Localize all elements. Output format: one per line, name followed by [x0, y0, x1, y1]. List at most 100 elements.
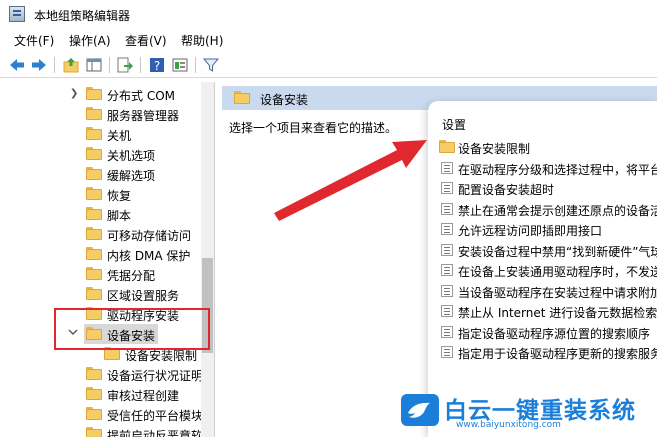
- policy-setting-icon: [441, 346, 453, 358]
- tree-item[interactable]: 可移动存储访问: [0, 224, 200, 244]
- folder-icon: [86, 167, 102, 180]
- watermark-url: www.baiyunxitong.com: [456, 420, 561, 430]
- description-text: 选择一个项目来查看它的描述。: [229, 121, 398, 135]
- forward-icon[interactable]: [30, 56, 48, 74]
- settings-folder-item[interactable]: 设备安装限制: [438, 137, 657, 157]
- policy-item-label: 指定设备驱动程序源位置的搜索顺序: [458, 327, 651, 341]
- policy-item[interactable]: 指定设备驱动程序源位置的搜索顺序: [438, 322, 657, 342]
- window-title: 本地组策略编辑器: [34, 9, 131, 23]
- tree-item[interactable]: 脚本: [0, 204, 200, 224]
- folder-icon: [86, 407, 102, 420]
- policy-item-label: 禁止从 Internet 进行设备元数据检索: [458, 306, 657, 320]
- policy-item-label: 当设备驱动程序在安装过程中请求附加: [458, 286, 657, 300]
- watermark: 白云一键重装系统 www.baiyunxitong.com: [398, 389, 657, 437]
- tree-item[interactable]: 缓解选项: [0, 164, 200, 184]
- folder-icon: [86, 287, 102, 300]
- policy-setting-icon: [441, 285, 453, 297]
- tree-item-label: 可移动存储访问: [107, 229, 192, 243]
- policy-setting-icon: [441, 162, 453, 174]
- menu-action[interactable]: 操作(A): [69, 32, 111, 49]
- tree-item[interactable]: ❯ 分布式 COM: [0, 84, 200, 104]
- folder-icon: [86, 227, 102, 240]
- tree-item[interactable]: 恢复: [0, 184, 200, 204]
- policy-setting-icon: [441, 326, 453, 338]
- tree-item-label: 设备运行状况证明: [107, 369, 204, 383]
- tree-item[interactable]: 关机: [0, 124, 200, 144]
- folder-icon: [234, 91, 250, 104]
- toolbar-separator: [195, 57, 196, 73]
- tree-item[interactable]: 提前启动反恶意软: [0, 424, 204, 437]
- export-list-icon[interactable]: [116, 56, 134, 74]
- folder-icon: [86, 427, 102, 437]
- policy-item-label: 在设备上安装通用驱动程序时，不发送: [458, 265, 657, 279]
- tree-item-label: 缓解选项: [107, 169, 156, 183]
- filter-icon[interactable]: [202, 56, 220, 74]
- menu-view[interactable]: 查看(V): [125, 32, 167, 49]
- tree-item[interactable]: 关机选项: [0, 144, 200, 164]
- tree-item-label: 审核过程创建: [107, 389, 180, 403]
- tree-item-label: 提前启动反恶意软: [107, 429, 204, 437]
- tree-item[interactable]: 服务器管理器: [0, 104, 200, 124]
- up-folder-icon[interactable]: [62, 56, 80, 74]
- tree-item-label: 内核 DMA 保护: [107, 249, 191, 263]
- tree-item[interactable]: 内核 DMA 保护: [0, 244, 200, 264]
- tree-item-label: 关机选项: [107, 149, 156, 163]
- folder-icon: [86, 247, 102, 260]
- policy-item-label: 配置设备安装超时: [458, 183, 555, 197]
- chevron-right-icon[interactable]: ❯: [70, 88, 78, 99]
- toolbar-separator: [54, 57, 55, 73]
- policy-item[interactable]: 允许远程访问即插即用接口: [438, 219, 657, 239]
- tree-item[interactable]: 受信任的平台模块: [0, 404, 204, 424]
- properties-icon[interactable]: [171, 56, 189, 74]
- title-bar: 本地组策略编辑器: [0, 0, 657, 30]
- tree-item-label: 区域设置服务: [107, 289, 180, 303]
- policy-item-label: 允许远程访问即插即用接口: [458, 224, 603, 238]
- folder-icon: [86, 87, 102, 100]
- folder-icon: [86, 147, 102, 160]
- tree-item[interactable]: 凭据分配: [0, 264, 200, 284]
- policy-setting-icon: [441, 305, 453, 317]
- details-header-title: 设备安装: [260, 93, 309, 107]
- policy-setting-icon: [441, 182, 453, 194]
- tree-item[interactable]: 审核过程创建: [0, 384, 200, 404]
- folder-icon: [86, 107, 102, 120]
- policy-setting-icon: [441, 223, 453, 235]
- folder-icon: [86, 387, 102, 400]
- policy-setting-icon: [441, 203, 453, 215]
- menu-help[interactable]: 帮助(H): [181, 32, 223, 49]
- toolbar: ?: [0, 52, 657, 78]
- policy-item[interactable]: 禁止在通常会提示创建还原点的设备活: [438, 199, 657, 219]
- tree-item-label: 服务器管理器: [107, 109, 180, 123]
- settings-column-header[interactable]: 设置: [442, 116, 466, 133]
- policy-item-label: 设备安装限制: [458, 142, 531, 156]
- tree-item-label: 脚本: [107, 209, 132, 223]
- policy-item-label: 安装设备过程中禁用“找到新硬件”气球: [458, 245, 657, 259]
- menu-file[interactable]: 文件(F): [14, 32, 54, 49]
- menu-bar: 文件(F) 操作(A) 查看(V) 帮助(H): [0, 30, 657, 50]
- policy-item[interactable]: 当设备驱动程序在安装过程中请求附加: [438, 281, 657, 301]
- bird-logo-icon: [401, 394, 439, 426]
- policy-item[interactable]: 配置设备安装超时: [438, 178, 657, 198]
- policy-item[interactable]: 指定用于设备驱动程序更新的搜索服务: [438, 342, 657, 362]
- policy-setting-icon: [441, 244, 453, 256]
- tree-item[interactable]: 区域设置服务: [0, 284, 200, 304]
- toolbar-separator: [140, 57, 141, 73]
- folder-icon: [86, 267, 102, 280]
- tree-item-label: 关机: [107, 129, 132, 143]
- policy-item[interactable]: 禁止从 Internet 进行设备元数据检索: [438, 301, 657, 321]
- show-hide-tree-icon[interactable]: [85, 56, 103, 74]
- help-icon[interactable]: ?: [148, 56, 166, 74]
- policy-item-label: 指定用于设备驱动程序更新的搜索服务: [458, 347, 657, 361]
- group-policy-app-icon: [9, 6, 25, 22]
- policy-item[interactable]: 安装设备过程中禁用“找到新硬件”气球: [438, 240, 657, 260]
- policy-item[interactable]: 在驱动程序分级和选择过程中，将平台: [438, 158, 657, 178]
- back-icon[interactable]: [8, 56, 26, 74]
- policy-item[interactable]: 在设备上安装通用驱动程序时，不发送: [438, 260, 657, 280]
- folder-icon: [86, 367, 102, 380]
- folder-icon: [86, 207, 102, 220]
- folder-icon: [86, 127, 102, 140]
- tree-item-label: 受信任的平台模块: [107, 409, 204, 423]
- policy-item-label: 在驱动程序分级和选择过程中，将平台: [458, 163, 657, 177]
- tree-item[interactable]: 设备运行状况证明: [0, 364, 204, 384]
- policy-item-label: 禁止在通常会提示创建还原点的设备活: [458, 204, 657, 218]
